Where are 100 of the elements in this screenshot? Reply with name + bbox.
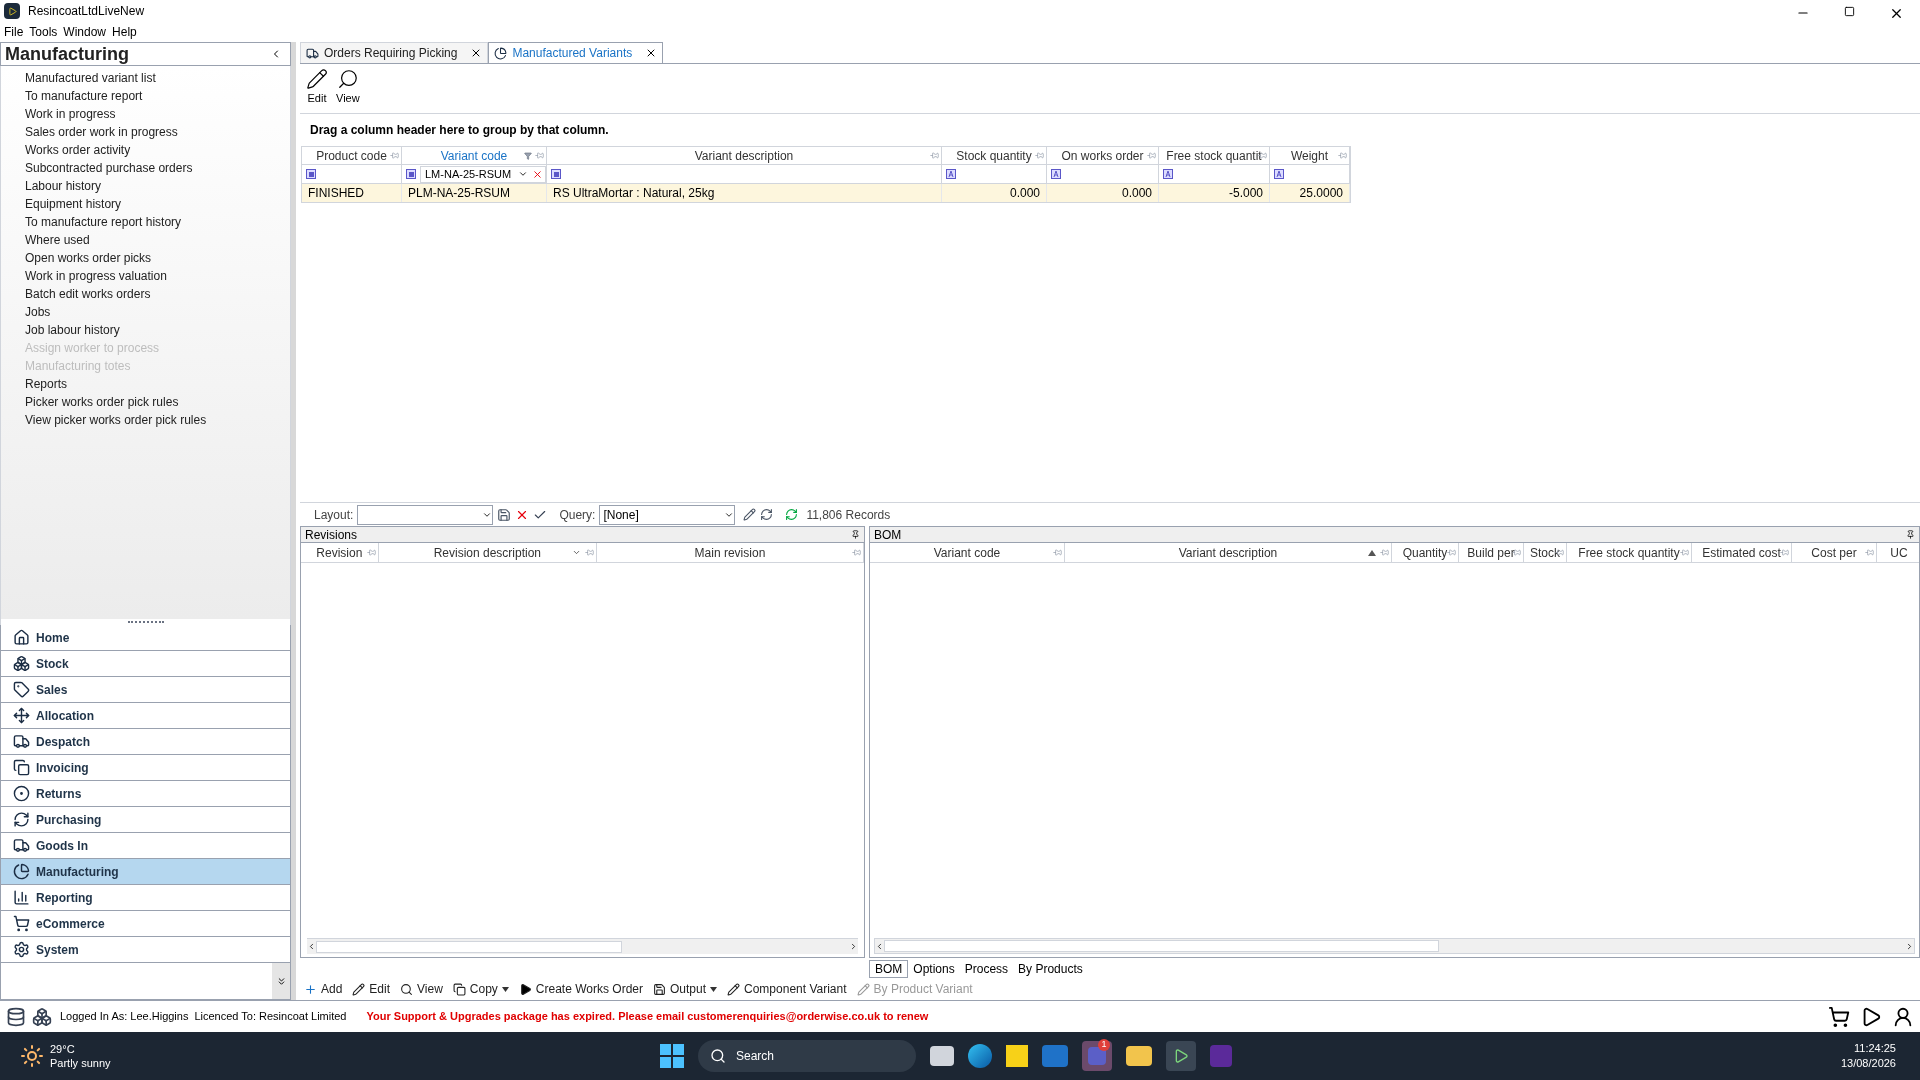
scroll-left-icon[interactable] xyxy=(875,941,884,951)
filter-operator-icon[interactable] xyxy=(306,169,316,179)
action-button[interactable]: Component Variant xyxy=(727,980,847,998)
scroll-right-icon[interactable] xyxy=(849,942,858,951)
weather-icon[interactable] xyxy=(20,1044,44,1068)
column-header[interactable]: Weight xyxy=(1270,147,1350,164)
filter-icon[interactable] xyxy=(524,151,532,160)
sidebar-item[interactable]: Works order activity xyxy=(1,141,135,159)
nav-button[interactable]: Purchasing xyxy=(0,807,291,833)
action-button[interactable]: Output xyxy=(653,980,718,998)
filter-operator-icon[interactable] xyxy=(946,169,956,179)
sidebar-item[interactable]: Work in progress valuation xyxy=(1,267,171,285)
nav-button[interactable]: System xyxy=(0,937,291,963)
action-button[interactable]: Create Works Order xyxy=(518,980,643,998)
action-button[interactable]: Copy xyxy=(452,980,509,998)
column-header[interactable]: Free stock quantity xyxy=(1567,543,1692,562)
sidebar-item[interactable]: Job labour history xyxy=(1,321,124,339)
scroll-left-icon[interactable] xyxy=(307,942,316,951)
sidebar-item[interactable]: Labour history xyxy=(1,177,106,195)
nav-button[interactable]: Home xyxy=(0,625,291,651)
column-header[interactable]: Variant description xyxy=(547,147,942,164)
query-field[interactable]: [None] xyxy=(599,504,736,525)
column-header[interactable]: Build per xyxy=(1459,543,1524,562)
scrollbar-thumb[interactable] xyxy=(316,940,622,953)
action-button[interactable]: View xyxy=(400,980,443,998)
menu-item[interactable]: Window xyxy=(63,23,107,41)
sidebar-item[interactable]: Open works order picks xyxy=(1,249,156,267)
boxes-icon[interactable] xyxy=(32,1006,52,1027)
dropdown-icon[interactable] xyxy=(518,169,528,179)
panel-tab[interactable]: Options xyxy=(908,960,960,978)
reload-icon[interactable] xyxy=(785,508,799,521)
sidebar-item[interactable]: Subcontracted purchase orders xyxy=(1,159,197,177)
nav-button[interactable]: Sales xyxy=(0,677,291,703)
filter-field[interactable]: LM-NA-25-RSUM xyxy=(420,165,546,183)
panel-tab[interactable]: Process xyxy=(959,960,1014,978)
nav-button[interactable]: Despatch xyxy=(0,729,291,755)
column-header[interactable]: On works order xyxy=(1047,147,1159,164)
column-header[interactable]: Cost per xyxy=(1792,543,1877,562)
search-field[interactable]: Search xyxy=(698,1040,916,1072)
pin-icon[interactable] xyxy=(1906,530,1915,539)
pin-icon[interactable] xyxy=(851,530,860,539)
restore-icon[interactable] xyxy=(1844,5,1855,17)
column-header[interactable]: Stock quantity xyxy=(942,147,1047,164)
sidebar-item[interactable]: To manufacture report history xyxy=(1,213,186,231)
filter-operator-icon[interactable] xyxy=(1163,169,1173,179)
nav-button[interactable]: Invoicing xyxy=(0,755,291,781)
scrollbar-thumb[interactable] xyxy=(884,940,1439,952)
filter-dropdown-icon[interactable] xyxy=(571,548,581,557)
nav-button[interactable]: Returns xyxy=(0,781,291,807)
column-header[interactable]: Revision description xyxy=(378,543,597,562)
toolbar-button[interactable]: Edit xyxy=(306,68,328,107)
cart-icon[interactable] xyxy=(1828,1005,1850,1028)
save-icon[interactable] xyxy=(497,507,512,522)
filter-operator-icon[interactable] xyxy=(1274,169,1284,179)
filter-operator-icon[interactable] xyxy=(1051,169,1061,179)
refresh-icon[interactable] xyxy=(760,508,774,521)
panel-tab[interactable]: By Products xyxy=(1013,960,1088,978)
chat-app-icon[interactable]: 1 xyxy=(1082,1041,1112,1071)
column-header[interactable]: Variant code xyxy=(402,147,547,164)
filter-operator-icon[interactable] xyxy=(551,169,561,179)
folder-icon[interactable] xyxy=(1126,1046,1152,1066)
grid-row[interactable]: FINISHED PLM-NA-25-RSUM RS UltraMortar : Natural, 25kg 0.000 0.000 -5.000 25.0000 xyxy=(301,184,1351,203)
column-header[interactable]: Main revision xyxy=(596,543,864,562)
database-icon[interactable] xyxy=(6,1006,26,1027)
sidebar-item[interactable]: Batch edit works orders xyxy=(1,285,155,303)
sidebar-item[interactable]: To manufacture report xyxy=(1,87,147,105)
nav-button[interactable]: Manufacturing xyxy=(0,859,291,885)
sidebar-item[interactable]: Reports xyxy=(1,375,72,393)
column-header[interactable]: Variant description xyxy=(1065,543,1392,562)
clear-filter-icon[interactable] xyxy=(532,168,543,180)
sort-ascending-icon[interactable] xyxy=(1368,549,1376,556)
column-header[interactable]: Revision xyxy=(301,543,379,562)
caret-icon[interactable] xyxy=(710,986,718,992)
document-tab[interactable]: Orders Requiring Picking xyxy=(300,42,489,63)
column-header[interactable]: Estimated cost xyxy=(1692,543,1792,562)
filter-operator-icon[interactable] xyxy=(406,169,416,179)
layout-field[interactable] xyxy=(357,504,494,525)
nav-button[interactable]: Stock xyxy=(0,651,291,677)
task-view-icon[interactable] xyxy=(930,1046,954,1066)
action-button[interactable]: Edit xyxy=(352,980,391,998)
column-header[interactable]: Stock xyxy=(1524,543,1567,562)
menu-item[interactable]: Tools xyxy=(29,23,58,41)
column-header[interactable]: UC xyxy=(1877,543,1919,562)
toolbar-button[interactable]: View xyxy=(336,68,360,107)
scroll-right-icon[interactable] xyxy=(1905,941,1914,951)
caret-icon[interactable] xyxy=(501,986,509,992)
browser-icon[interactable] xyxy=(968,1044,992,1068)
action-button[interactable]: Add xyxy=(304,980,343,998)
start-icon[interactable] xyxy=(660,1044,684,1068)
sidebar-item[interactable]: View picker works order pick rules xyxy=(1,411,211,429)
sidebar-item[interactable]: Manufactured variant list xyxy=(1,69,160,87)
document-tab[interactable]: Manufactured Variants xyxy=(488,42,664,63)
menu-item[interactable]: Help xyxy=(112,23,137,41)
column-header[interactable]: Variant code xyxy=(870,543,1065,562)
user-icon[interactable] xyxy=(1892,1005,1914,1028)
nav-button[interactable]: eCommerce xyxy=(0,911,291,937)
menu-item[interactable]: File xyxy=(4,23,24,41)
sidebar-item[interactable]: Jobs xyxy=(1,303,55,321)
column-header[interactable]: Quantity xyxy=(1392,543,1459,562)
nav-button[interactable]: Reporting xyxy=(0,885,291,911)
